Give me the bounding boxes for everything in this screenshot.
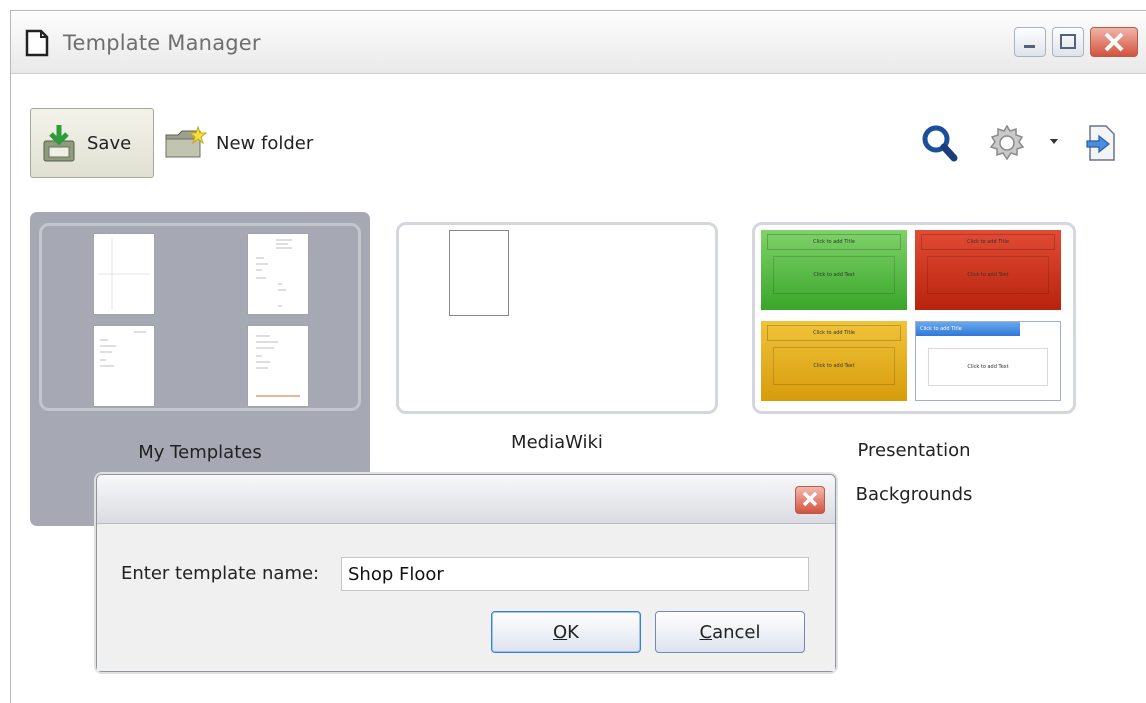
search-button[interactable] [920, 124, 960, 162]
window-close-button[interactable] [1090, 27, 1138, 57]
window-title: Template Manager [63, 31, 261, 55]
template-name-label: Enter template name: [121, 563, 320, 584]
slide-body-placeholder: Click to add Text [927, 256, 1049, 294]
folder-thumbnails: Click to add Title Click to add Text Cli… [752, 222, 1076, 414]
slide-title-placeholder: Click to add Title [767, 234, 901, 250]
slide-body-placeholder: Click to add Text [773, 347, 895, 385]
maximize-icon [1060, 34, 1076, 49]
template-thumbnail [248, 234, 308, 314]
import-button[interactable] [1084, 124, 1120, 162]
import-icon [1086, 125, 1115, 161]
folder-thumbnails [39, 223, 361, 411]
slide-thumbnail-green: Click to add Title Click to add Text [761, 230, 907, 310]
folder-label: MediaWiki [511, 432, 603, 453]
template-thumbnail [94, 326, 154, 406]
template-thumbnail [94, 234, 154, 314]
ok-label-rest: K [567, 621, 579, 643]
save-label: Save [87, 132, 132, 154]
document-icon [25, 29, 49, 57]
folder-thumbnails [396, 222, 718, 414]
new-folder-label: New folder [216, 132, 314, 154]
new-folder-button[interactable]: New folder [164, 124, 313, 162]
cancel-button[interactable]: Cancel [655, 611, 805, 653]
template-name-input[interactable] [341, 557, 809, 591]
dialog-close-button[interactable] [795, 486, 825, 514]
gear-icon [989, 124, 1025, 161]
new-folder-icon [165, 125, 208, 158]
title-bar[interactable]: Template Manager [11, 11, 1146, 74]
ok-button[interactable]: OK [491, 611, 641, 653]
slide-title-placeholder: Click to add Title [767, 325, 901, 341]
slide-thumbnail-blue: Click to add Title Click to add Text [915, 321, 1061, 401]
slide-title-placeholder: Click to add Title [916, 322, 1020, 336]
minimize-button[interactable] [1014, 27, 1046, 57]
settings-dropdown-arrow[interactable] [1050, 139, 1058, 144]
slide-title-placeholder: Click to add Title [921, 234, 1055, 250]
save-icon [43, 125, 75, 162]
template-thumbnail [449, 230, 509, 316]
search-icon [922, 125, 958, 162]
slide-thumbnail-yellow: Click to add Title Click to add Text [761, 321, 907, 401]
folder-label: My Templates [138, 442, 262, 463]
close-icon [1104, 32, 1124, 52]
slide-thumbnail-red: Click to add Title Click to add Text [915, 230, 1061, 310]
slide-body-placeholder: Click to add Text [928, 348, 1048, 386]
settings-button[interactable] [987, 124, 1027, 162]
template-thumbnail [248, 326, 308, 406]
folder-label-line1: Presentation [857, 440, 971, 461]
cancel-label-rest: ancel [712, 621, 761, 643]
slide-body-placeholder: Click to add Text [773, 256, 895, 294]
maximize-button[interactable] [1052, 27, 1084, 57]
close-icon [802, 491, 818, 507]
minimize-icon [1024, 45, 1035, 48]
template-name-dialog: Enter template name: OK Cancel [96, 474, 836, 672]
ok-mnemonic: O [553, 621, 568, 643]
cancel-mnemonic: C [699, 621, 713, 643]
save-button[interactable]: Save [30, 108, 154, 178]
dialog-title-bar[interactable] [97, 475, 835, 524]
